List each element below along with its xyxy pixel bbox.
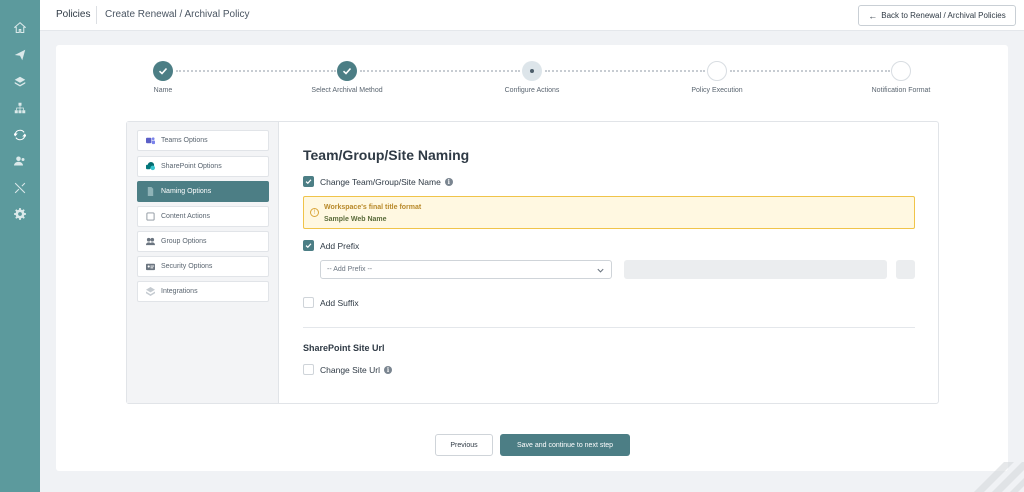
step-label: Name <box>153 87 173 94</box>
breadcrumb-current: Create Renewal / Archival Policy <box>105 9 250 20</box>
step-complete-indicator <box>153 61 173 81</box>
sidebar-item-label: Teams Options <box>161 137 208 144</box>
back-button-label: Back to Renewal / Archival Policies <box>881 11 1006 20</box>
sidebar-item-label: Content Actions <box>161 213 211 220</box>
users-icon[interactable] <box>10 151 30 171</box>
info-icon[interactable]: i <box>384 366 393 374</box>
stepper-connector <box>360 70 520 72</box>
step-label: Policy Execution <box>691 87 743 94</box>
section-divider <box>303 327 915 328</box>
add-prefix-label: Add Prefix <box>320 241 359 251</box>
info-icon[interactable]: i <box>444 178 453 186</box>
step-pending-indicator <box>707 61 727 81</box>
change-site-url-checkbox[interactable] <box>303 364 314 375</box>
step-pending-indicator <box>891 61 911 81</box>
settings-icon[interactable] <box>10 204 30 224</box>
sidebar-item-label: Integrations <box>161 288 198 295</box>
top-bar: Policies Create Renewal / Archival Polic… <box>40 0 1024 31</box>
teams-icon <box>145 136 155 146</box>
sidebar-item-teams-options[interactable]: Teams Options <box>137 130 269 151</box>
sidebar-item-label: Naming Options <box>161 188 212 195</box>
sharepoint-section-title: SharePoint Site Url <box>303 343 385 353</box>
add-suffix-text: Add Suffix <box>320 298 359 308</box>
step-label: Select Archival Method <box>311 87 383 94</box>
breadcrumb-root[interactable]: Policies <box>56 9 90 20</box>
sidebar-item-integrations[interactable]: Integrations <box>137 281 269 302</box>
tools-icon[interactable] <box>10 178 30 198</box>
warning-icon: ! <box>310 208 319 217</box>
add-prefix-checkbox[interactable] <box>303 240 314 251</box>
org-chart-icon[interactable] <box>10 98 30 118</box>
step-complete-indicator <box>337 61 357 81</box>
step-label: Configure Actions <box>504 87 560 94</box>
stepper-connector <box>730 70 890 72</box>
stepper-connector <box>545 70 705 72</box>
back-to-policies-button[interactable]: ← Back to Renewal / Archival Policies <box>858 5 1016 26</box>
prefix-select-value: -- Add Prefix -- <box>327 266 373 273</box>
sidebar-item-security-options[interactable]: Security Options <box>137 256 269 277</box>
title-format-notice: ! Workspace's final title format Sample … <box>303 196 915 229</box>
add-prefix-text: Add Prefix <box>320 241 360 251</box>
arrow-left-icon: ← <box>868 10 878 21</box>
sidebar-item-label: Security Options <box>161 263 213 270</box>
options-panel: Teams Options SharePoint Options Naming … <box>126 121 939 404</box>
change-site-url-text: Change Site Url <box>320 365 381 375</box>
save-and-continue-button[interactable]: Save and continue to next step <box>500 434 630 456</box>
change-name-label: Change Team/Group/Site Name i <box>320 177 453 187</box>
sidebar-item-content-actions[interactable]: Content Actions <box>137 206 269 227</box>
document-icon <box>145 187 155 197</box>
prefix-add-button[interactable] <box>896 260 915 279</box>
change-name-text: Change Team/Group/Site Name <box>320 177 441 187</box>
send-icon[interactable] <box>10 45 30 65</box>
sidebar-item-sharepoint-options[interactable]: SharePoint Options <box>137 156 269 177</box>
step-label: Notification Format <box>871 87 931 94</box>
change-name-checkbox[interactable] <box>303 176 314 187</box>
left-nav-rail <box>0 0 40 492</box>
notice-value: Sample Web Name <box>324 216 387 223</box>
layers-icon[interactable] <box>10 72 30 92</box>
breadcrumb-divider <box>96 6 97 24</box>
sidebar-item-group-options[interactable]: Group Options <box>137 231 269 252</box>
sidebar-item-naming-options[interactable]: Naming Options <box>137 181 269 202</box>
add-suffix-label: Add Suffix <box>320 298 359 308</box>
sidebar-item-label: Group Options <box>161 238 207 245</box>
home-icon[interactable] <box>10 18 30 38</box>
integrations-icon <box>145 287 155 297</box>
group-icon <box>145 237 155 247</box>
sidebar-item-label: SharePoint Options <box>161 163 222 170</box>
content-icon <box>145 212 155 222</box>
sharepoint-icon <box>145 162 155 172</box>
chevron-down-icon <box>597 268 604 273</box>
id-card-icon <box>145 262 155 272</box>
options-sidebar: Teams Options SharePoint Options Naming … <box>127 122 279 403</box>
previous-button[interactable]: Previous <box>435 434 493 456</box>
prefix-text-input[interactable] <box>624 260 887 279</box>
step-current-indicator <box>522 61 542 81</box>
decorative-stripes <box>974 462 1024 492</box>
change-site-url-label: Change Site Url i <box>320 365 393 375</box>
stepper-connector <box>176 70 336 72</box>
notice-title: Workspace's final title format <box>324 204 422 211</box>
section-title: Team/Group/Site Naming <box>303 147 470 163</box>
sync-icon[interactable] <box>10 125 30 145</box>
prefix-select[interactable]: -- Add Prefix -- <box>320 260 612 279</box>
add-suffix-checkbox[interactable] <box>303 297 314 308</box>
